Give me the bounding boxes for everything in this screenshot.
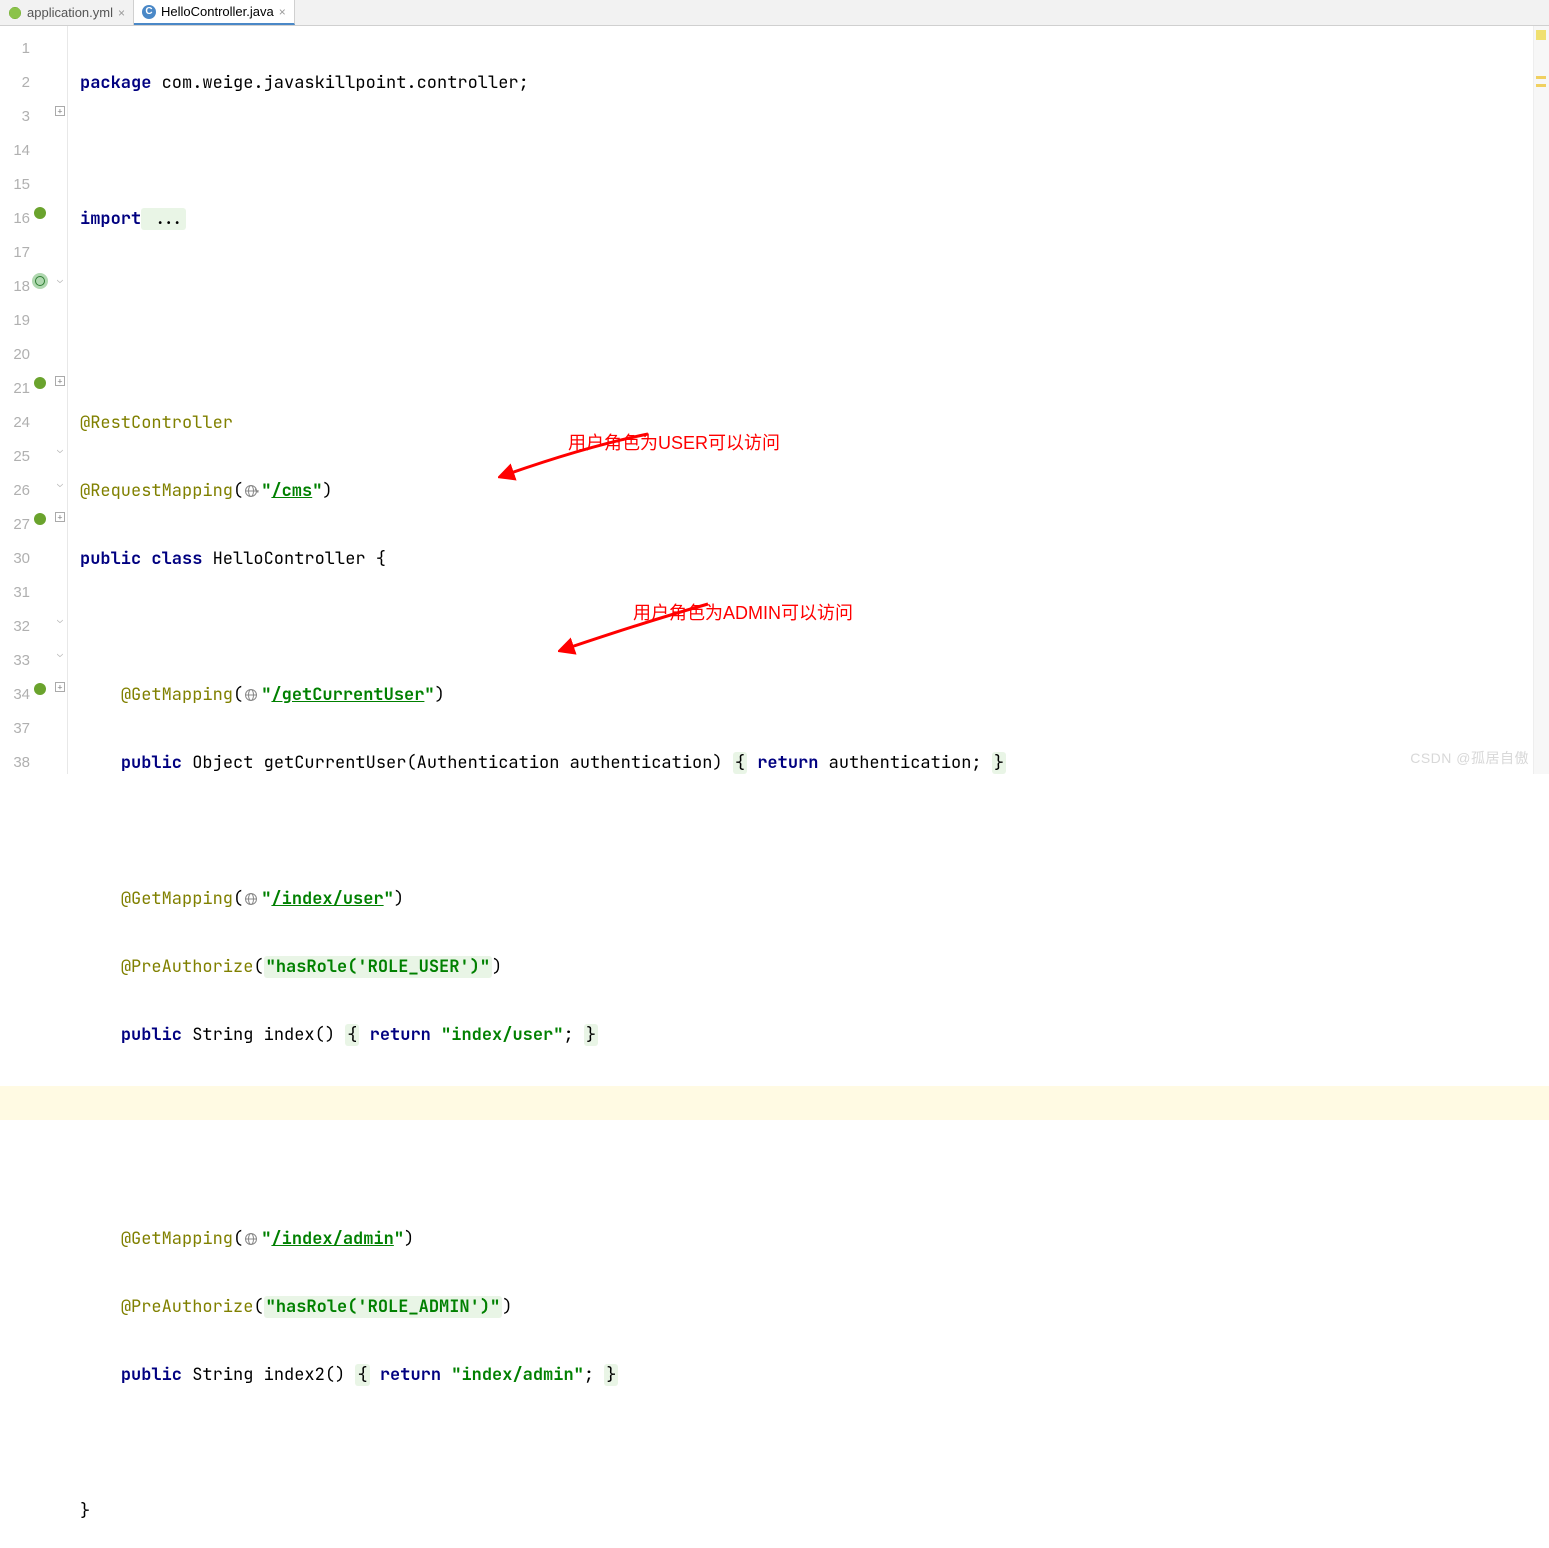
gutter-icons <box>30 26 52 774</box>
web-mapping-icon[interactable] <box>32 273 48 289</box>
gutter-line-numbers: 1 2 3 14 15 16 17 18 19 20 21 24 25 26 2… <box>0 26 30 774</box>
gutter-fold: + ⌄ + ⌄ ⌄ + ⌄ ⌄ + <box>52 26 68 774</box>
close-icon[interactable]: × <box>279 5 286 19</box>
code-area[interactable]: package com.weige.javaskillpoint.control… <box>68 26 1549 774</box>
spring-bean-icon[interactable] <box>32 205 48 221</box>
fold-open-icon[interactable]: ⌄ <box>55 478 65 488</box>
watermark: CSDN @孤居自傲 <box>1410 748 1529 768</box>
globe-icon[interactable] <box>243 482 261 500</box>
marker-warning[interactable] <box>1536 84 1546 87</box>
tab-hello-controller[interactable]: C HelloController.java × <box>134 0 295 25</box>
spring-bean-icon[interactable] <box>32 681 48 697</box>
globe-icon[interactable] <box>243 1230 261 1248</box>
fold-toggle-icon[interactable]: + <box>55 682 65 692</box>
fold-toggle-icon[interactable]: + <box>55 376 65 386</box>
analysis-status-icon[interactable] <box>1536 30 1546 40</box>
fold-open-icon[interactable]: ⌄ <box>55 648 65 658</box>
close-icon[interactable]: × <box>118 6 125 20</box>
fold-open-icon[interactable]: ⌄ <box>55 444 65 454</box>
spring-icon <box>8 6 22 20</box>
fold-open-icon[interactable]: ⌄ <box>55 274 65 284</box>
spring-bean-icon[interactable] <box>32 511 48 527</box>
spring-bean-icon[interactable] <box>32 375 48 391</box>
tab-label: HelloController.java <box>161 4 274 19</box>
editor-area: 1 2 3 14 15 16 17 18 19 20 21 24 25 26 2… <box>0 26 1549 774</box>
marker-warning[interactable] <box>1536 76 1546 79</box>
class-icon: C <box>142 5 156 19</box>
globe-icon[interactable] <box>243 890 261 908</box>
tab-application-yml[interactable]: application.yml × <box>0 0 134 25</box>
editor-tabs: application.yml × C HelloController.java… <box>0 0 1549 26</box>
fold-toggle-icon[interactable]: + <box>55 106 65 116</box>
fold-toggle-icon[interactable]: + <box>55 512 65 522</box>
globe-icon[interactable] <box>243 686 261 704</box>
fold-open-icon[interactable]: ⌄ <box>55 614 65 624</box>
scrollbar[interactable] <box>1533 26 1549 774</box>
tab-label: application.yml <box>27 5 113 20</box>
